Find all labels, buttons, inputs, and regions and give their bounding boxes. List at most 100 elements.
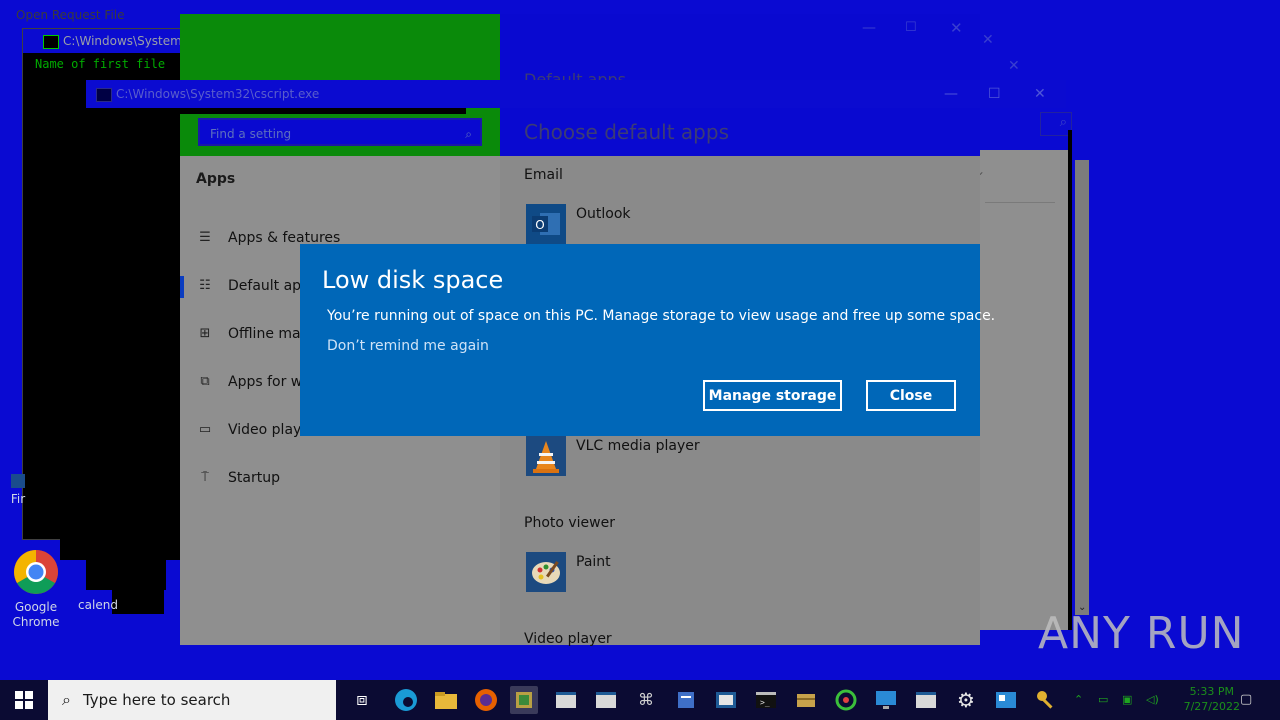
gear-icon[interactable]: ⚙ [952, 686, 980, 714]
map-icon[interactable]: ⌘ [632, 686, 660, 714]
sidebar-item-startup[interactable]: ⍑ Startup [196, 466, 280, 490]
window-icon[interactable] [992, 686, 1020, 714]
console-icon [96, 88, 112, 102]
section-label-video-player: Video player [524, 631, 612, 647]
dark-block [86, 538, 166, 590]
clock[interactable]: 5:33 PM 7/27/2022 [1184, 684, 1240, 714]
scrollbar[interactable]: ⌄ [1075, 160, 1089, 615]
section-label-email: Email [524, 167, 563, 183]
desktop-icon-label: calend [78, 598, 118, 612]
clock-date: 7/27/2022 [1183, 700, 1240, 713]
minimize-icon[interactable]: — [862, 20, 876, 36]
desktop-icon-partial[interactable]: Fir [0, 474, 36, 507]
outlook-app-button[interactable]: O [526, 204, 566, 244]
sidebar-item-label: Offline map [228, 326, 310, 342]
search-icon: ⌕ [1059, 115, 1067, 130]
console-titlebar[interactable]: C:\Windows\System3 [23, 29, 183, 53]
maximize-icon[interactable]: ☐ [988, 80, 1001, 108]
tray-chevron-icon[interactable]: ⌃ [1074, 680, 1083, 720]
sidebar-item-offline-maps[interactable]: ⊞ Offline map [196, 322, 310, 346]
website-apps-icon: ⧉ [200, 374, 210, 389]
taskbar: ⌕ Type here to search ⧈ ⌘ >_ ⚙ ⌃ ▭ ▣ ◁) … [0, 680, 1280, 720]
svg-text:O: O [535, 218, 544, 232]
search-icon: ⌕ [62, 690, 71, 709]
background-window-panel [980, 150, 1070, 630]
close-icon[interactable]: ✕ [950, 19, 963, 37]
cscript-title: C:\Windows\System32\cscript.exe [116, 87, 320, 101]
minimize-icon[interactable]: — [944, 80, 958, 108]
list-icon: ☰ [199, 230, 211, 245]
page-title: Choose default apps [524, 120, 729, 144]
vlc-icon [526, 436, 566, 476]
email-app-name[interactable]: Outlook [576, 206, 631, 222]
monitor-icon[interactable] [872, 686, 900, 714]
taskbar-search-placeholder: Type here to search [82, 691, 231, 709]
close-icon[interactable]: ✕ [1034, 80, 1046, 108]
desktop-icon-label: Google Chrome [12, 600, 60, 629]
console-title: C:\Windows\System3 [63, 34, 183, 48]
ghost-window-title: Open Request File [16, 8, 125, 22]
sidebar-item-label: Video playb [228, 422, 311, 438]
window-icon[interactable] [552, 686, 580, 714]
window-icon[interactable] [912, 686, 940, 714]
divider [985, 202, 1055, 203]
photo-app-name[interactable]: Paint [576, 554, 611, 570]
desktop-icon-chrome[interactable]: Google Chrome [6, 548, 66, 630]
anyrun-watermark: ANY RUN [1038, 608, 1245, 659]
window-icon[interactable] [592, 686, 620, 714]
startup-icon: ⍑ [201, 470, 209, 485]
cscript-titlebar[interactable]: C:\Windows\System32\cscript.exe — ☐ ✕ [86, 80, 1066, 108]
clock-time: 5:33 PM [1189, 685, 1234, 698]
window-edge [1068, 130, 1072, 630]
dialog-message: You’re running out of space on this PC. … [327, 308, 996, 324]
paint-icon [526, 552, 566, 592]
network-icon[interactable] [832, 686, 860, 714]
desktop-icon-label: Fir [10, 492, 26, 506]
maximize-icon[interactable]: ☐ [905, 20, 917, 35]
firefox-icon[interactable] [472, 686, 500, 714]
close-icon[interactable]: ✕ [982, 32, 994, 48]
settings-search-input[interactable]: Find a setting ⌕ [198, 118, 482, 146]
taskbar-search-input[interactable]: ⌕ Type here to search [48, 680, 336, 720]
search-icon: ⌕ [465, 127, 472, 141]
music-app-name[interactable]: VLC media player [576, 438, 700, 454]
vlc-app-button[interactable] [526, 436, 566, 476]
sidebar-item-label: Startup [228, 470, 280, 486]
file-explorer-icon[interactable] [432, 686, 460, 714]
dialog-title: Low disk space [322, 266, 504, 294]
section-label-photo-viewer: Photo viewer [524, 515, 615, 531]
volume-icon[interactable]: ◁) [1146, 680, 1159, 720]
open-request-file-taskbar-icon[interactable] [510, 686, 538, 714]
chrome-icon [14, 550, 58, 594]
dont-remind-link[interactable]: Don’t remind me again [327, 338, 489, 354]
close-button[interactable]: Close [866, 380, 956, 411]
svg-text:>_: >_ [760, 698, 770, 707]
desktop-icon-calendar[interactable]: calend [68, 598, 128, 613]
battery-icon[interactable]: ▭ [1098, 680, 1108, 720]
paint-app-button[interactable] [526, 552, 566, 592]
console-icon[interactable]: >_ [752, 686, 780, 714]
key-icon[interactable] [1032, 686, 1060, 714]
window-icon[interactable] [712, 686, 740, 714]
start-button[interactable] [0, 680, 48, 720]
network-tray-icon[interactable]: ▣ [1122, 680, 1132, 720]
archive-icon[interactable] [792, 686, 820, 714]
manage-storage-button[interactable]: Manage storage [703, 380, 842, 411]
app-icon [11, 474, 25, 488]
video-icon: ▭ [198, 422, 212, 437]
task-view-icon[interactable]: ⧈ [348, 686, 376, 714]
notification-icon[interactable]: ▢ [1240, 680, 1252, 720]
script-icon[interactable] [672, 686, 700, 714]
close-icon[interactable]: ✕ [1008, 58, 1020, 74]
outlook-icon: O [526, 204, 566, 244]
console-icon [43, 35, 59, 49]
active-indicator [180, 276, 184, 298]
sidebar-item-video-playback[interactable]: ▭ Video playb [196, 418, 310, 442]
cscript-console-strip [86, 108, 466, 114]
section-header-apps: Apps [196, 171, 236, 187]
default-apps-icon: ☷ [199, 278, 211, 293]
edge-icon[interactable] [392, 686, 420, 714]
sidebar-item-apps-for-websites[interactable]: ⧉ Apps for we [196, 370, 311, 394]
windows-icon [15, 691, 33, 709]
console-output-line: Name of first file [35, 57, 166, 71]
